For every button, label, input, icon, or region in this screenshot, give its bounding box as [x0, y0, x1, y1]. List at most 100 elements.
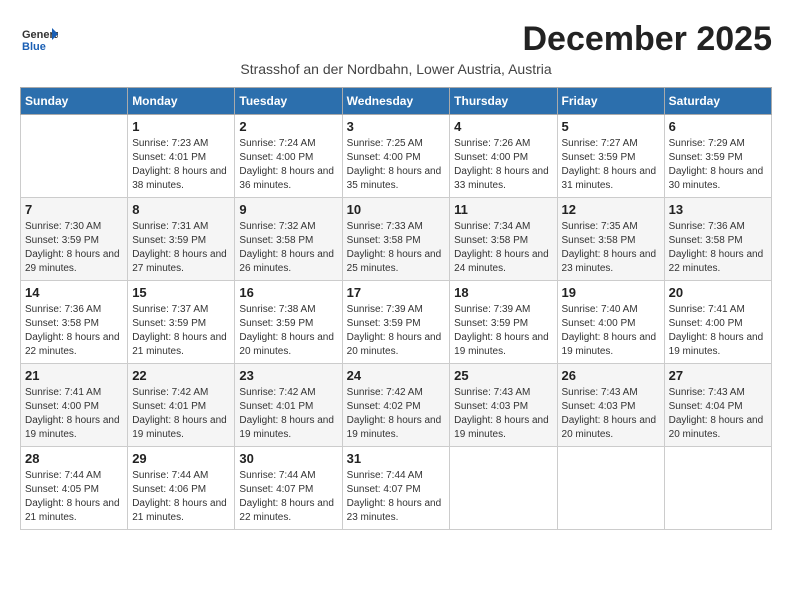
calendar-cell: 25 Sunrise: 7:43 AMSunset: 4:03 PMDaylig… [450, 364, 557, 447]
day-number: 22 [132, 368, 230, 383]
col-wednesday: Wednesday [342, 88, 450, 115]
day-info: Sunrise: 7:44 AMSunset: 4:07 PMDaylight:… [347, 469, 446, 525]
day-number: 20 [669, 285, 767, 300]
day-info: Sunrise: 7:41 AMSunset: 4:00 PMDaylight:… [25, 386, 123, 442]
day-number: 15 [132, 285, 230, 300]
day-info: Sunrise: 7:38 AMSunset: 3:59 PMDaylight:… [239, 303, 337, 359]
day-info: Sunrise: 7:41 AMSunset: 4:00 PMDaylight:… [669, 303, 767, 359]
calendar-cell: 8 Sunrise: 7:31 AMSunset: 3:59 PMDayligh… [128, 198, 235, 281]
day-number: 26 [562, 368, 660, 383]
day-number: 5 [562, 119, 660, 134]
day-number: 4 [454, 119, 552, 134]
day-number: 16 [239, 285, 337, 300]
calendar-cell: 5 Sunrise: 7:27 AMSunset: 3:59 PMDayligh… [557, 115, 664, 198]
day-number: 25 [454, 368, 552, 383]
day-number: 6 [669, 119, 767, 134]
calendar-cell: 18 Sunrise: 7:39 AMSunset: 3:59 PMDaylig… [450, 281, 557, 364]
calendar-cell: 23 Sunrise: 7:42 AMSunset: 4:01 PMDaylig… [235, 364, 342, 447]
calendar-cell: 16 Sunrise: 7:38 AMSunset: 3:59 PMDaylig… [235, 281, 342, 364]
day-number: 3 [347, 119, 446, 134]
calendar-cell: 24 Sunrise: 7:42 AMSunset: 4:02 PMDaylig… [342, 364, 450, 447]
day-info: Sunrise: 7:35 AMSunset: 3:58 PMDaylight:… [562, 220, 660, 276]
day-info: Sunrise: 7:37 AMSunset: 3:59 PMDaylight:… [132, 303, 230, 359]
calendar-cell: 12 Sunrise: 7:35 AMSunset: 3:58 PMDaylig… [557, 198, 664, 281]
day-number: 1 [132, 119, 230, 134]
day-info: Sunrise: 7:24 AMSunset: 4:00 PMDaylight:… [239, 137, 337, 193]
calendar-cell: 22 Sunrise: 7:42 AMSunset: 4:01 PMDaylig… [128, 364, 235, 447]
day-info: Sunrise: 7:30 AMSunset: 3:59 PMDaylight:… [25, 220, 123, 276]
day-info: Sunrise: 7:43 AMSunset: 4:03 PMDaylight:… [454, 386, 552, 442]
day-info: Sunrise: 7:40 AMSunset: 4:00 PMDaylight:… [562, 303, 660, 359]
day-info: Sunrise: 7:34 AMSunset: 3:58 PMDaylight:… [454, 220, 552, 276]
calendar-cell: 19 Sunrise: 7:40 AMSunset: 4:00 PMDaylig… [557, 281, 664, 364]
day-number: 10 [347, 202, 446, 217]
col-saturday: Saturday [664, 88, 771, 115]
day-info: Sunrise: 7:25 AMSunset: 4:00 PMDaylight:… [347, 137, 446, 193]
calendar-cell: 4 Sunrise: 7:26 AMSunset: 4:00 PMDayligh… [450, 115, 557, 198]
svg-text:Blue: Blue [22, 41, 46, 53]
col-tuesday: Tuesday [235, 88, 342, 115]
day-number: 28 [25, 451, 123, 466]
month-title: December 2025 [522, 20, 772, 59]
calendar-cell: 20 Sunrise: 7:41 AMSunset: 4:00 PMDaylig… [664, 281, 771, 364]
day-number: 24 [347, 368, 446, 383]
day-info: Sunrise: 7:44 AMSunset: 4:05 PMDaylight:… [25, 469, 123, 525]
calendar-cell: 27 Sunrise: 7:43 AMSunset: 4:04 PMDaylig… [664, 364, 771, 447]
day-info: Sunrise: 7:26 AMSunset: 4:00 PMDaylight:… [454, 137, 552, 193]
day-number: 11 [454, 202, 552, 217]
calendar-cell: 30 Sunrise: 7:44 AMSunset: 4:07 PMDaylig… [235, 447, 342, 530]
day-number: 31 [347, 451, 446, 466]
day-number: 2 [239, 119, 337, 134]
calendar-cell: 6 Sunrise: 7:29 AMSunset: 3:59 PMDayligh… [664, 115, 771, 198]
day-info: Sunrise: 7:39 AMSunset: 3:59 PMDaylight:… [454, 303, 552, 359]
col-sunday: Sunday [21, 88, 128, 115]
day-info: Sunrise: 7:42 AMSunset: 4:01 PMDaylight:… [132, 386, 230, 442]
calendar-cell: 29 Sunrise: 7:44 AMSunset: 4:06 PMDaylig… [128, 447, 235, 530]
calendar-cell: 17 Sunrise: 7:39 AMSunset: 3:59 PMDaylig… [342, 281, 450, 364]
day-info: Sunrise: 7:36 AMSunset: 3:58 PMDaylight:… [669, 220, 767, 276]
day-info: Sunrise: 7:44 AMSunset: 4:06 PMDaylight:… [132, 469, 230, 525]
calendar-cell: 15 Sunrise: 7:37 AMSunset: 3:59 PMDaylig… [128, 281, 235, 364]
day-number: 7 [25, 202, 123, 217]
day-info: Sunrise: 7:23 AMSunset: 4:01 PMDaylight:… [132, 137, 230, 193]
calendar-cell: 10 Sunrise: 7:33 AMSunset: 3:58 PMDaylig… [342, 198, 450, 281]
calendar-cell: 21 Sunrise: 7:41 AMSunset: 4:00 PMDaylig… [21, 364, 128, 447]
day-number: 13 [669, 202, 767, 217]
day-number: 23 [239, 368, 337, 383]
day-info: Sunrise: 7:43 AMSunset: 4:03 PMDaylight:… [562, 386, 660, 442]
day-info: Sunrise: 7:29 AMSunset: 3:59 PMDaylight:… [669, 137, 767, 193]
day-number: 21 [25, 368, 123, 383]
col-monday: Monday [128, 88, 235, 115]
calendar-cell [664, 447, 771, 530]
day-number: 14 [25, 285, 123, 300]
day-number: 19 [562, 285, 660, 300]
day-info: Sunrise: 7:36 AMSunset: 3:58 PMDaylight:… [25, 303, 123, 359]
day-info: Sunrise: 7:32 AMSunset: 3:58 PMDaylight:… [239, 220, 337, 276]
day-number: 30 [239, 451, 337, 466]
calendar-cell: 2 Sunrise: 7:24 AMSunset: 4:00 PMDayligh… [235, 115, 342, 198]
day-number: 27 [669, 368, 767, 383]
logo: General Blue [20, 20, 58, 58]
calendar-cell: 1 Sunrise: 7:23 AMSunset: 4:01 PMDayligh… [128, 115, 235, 198]
day-info: Sunrise: 7:27 AMSunset: 3:59 PMDaylight:… [562, 137, 660, 193]
day-number: 8 [132, 202, 230, 217]
calendar-cell: 9 Sunrise: 7:32 AMSunset: 3:58 PMDayligh… [235, 198, 342, 281]
day-info: Sunrise: 7:42 AMSunset: 4:02 PMDaylight:… [347, 386, 446, 442]
calendar-cell: 28 Sunrise: 7:44 AMSunset: 4:05 PMDaylig… [21, 447, 128, 530]
day-number: 18 [454, 285, 552, 300]
calendar-cell [21, 115, 128, 198]
day-info: Sunrise: 7:33 AMSunset: 3:58 PMDaylight:… [347, 220, 446, 276]
calendar-cell [557, 447, 664, 530]
calendar-cell: 31 Sunrise: 7:44 AMSunset: 4:07 PMDaylig… [342, 447, 450, 530]
day-number: 12 [562, 202, 660, 217]
col-thursday: Thursday [450, 88, 557, 115]
day-number: 17 [347, 285, 446, 300]
calendar-cell [450, 447, 557, 530]
calendar-table: Sunday Monday Tuesday Wednesday Thursday… [20, 87, 772, 530]
calendar-cell: 3 Sunrise: 7:25 AMSunset: 4:00 PMDayligh… [342, 115, 450, 198]
logo-icon: General Blue [20, 20, 58, 58]
col-friday: Friday [557, 88, 664, 115]
day-info: Sunrise: 7:43 AMSunset: 4:04 PMDaylight:… [669, 386, 767, 442]
day-number: 9 [239, 202, 337, 217]
calendar-cell: 7 Sunrise: 7:30 AMSunset: 3:59 PMDayligh… [21, 198, 128, 281]
